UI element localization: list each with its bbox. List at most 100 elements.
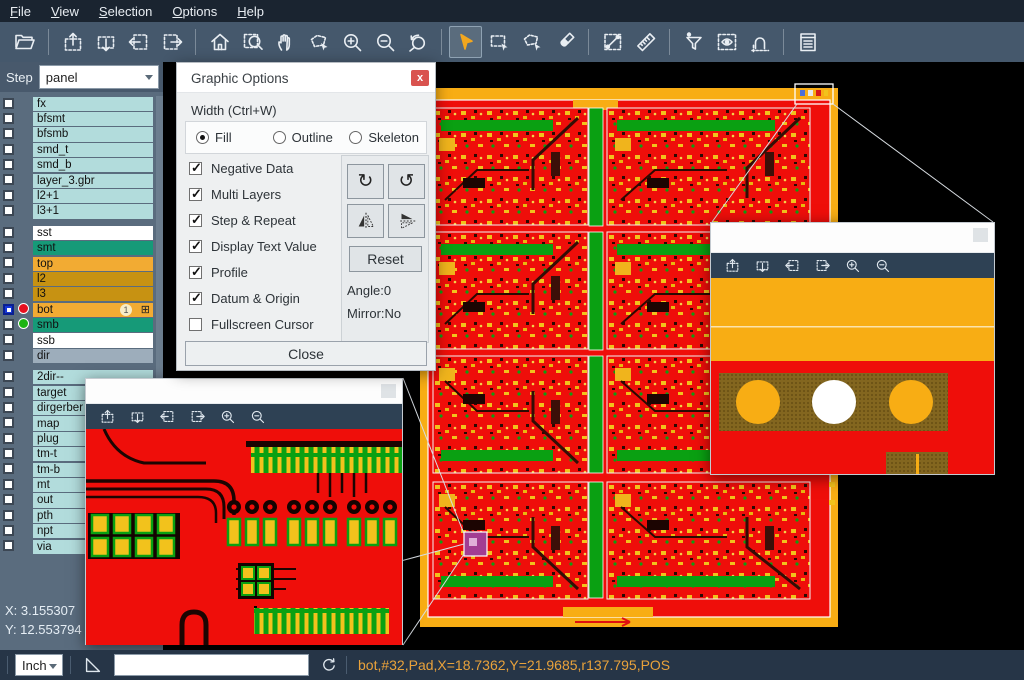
- checkbox-icon[interactable]: [189, 318, 202, 331]
- layer-visibility-checkbox[interactable]: [3, 159, 14, 170]
- layer-row-l3[interactable]: l3: [0, 287, 163, 302]
- option-multi-layers[interactable]: Multi Layers: [189, 187, 317, 201]
- pan-right-button[interactable]: [809, 255, 835, 277]
- pan-down-button[interactable]: [124, 406, 150, 428]
- layer-label-bar[interactable]: l2+1: [33, 189, 153, 203]
- layer-visibility-checkbox[interactable]: [3, 334, 14, 345]
- layer-visibility-checkbox[interactable]: [3, 510, 14, 521]
- option-datum-origin[interactable]: Datum & Origin: [189, 291, 317, 305]
- layer-visibility-checkbox[interactable]: [3, 205, 14, 216]
- pan-right-button[interactable]: [184, 406, 210, 428]
- radio-icon[interactable]: [196, 131, 209, 144]
- layer-label-bar[interactable]: ssb: [33, 333, 153, 347]
- layer-label-bar[interactable]: bfsmt: [33, 112, 153, 126]
- zoom-out-button[interactable]: [244, 406, 270, 428]
- zoom-polygon-button[interactable]: [302, 26, 335, 58]
- unit-select[interactable]: Inch: [15, 654, 63, 676]
- pan-left-button[interactable]: [154, 406, 180, 428]
- layer-visibility-checkbox[interactable]: [3, 190, 14, 201]
- zoom-window-titlebar[interactable]: [86, 379, 402, 404]
- layer-row-l3-1[interactable]: l3+1: [0, 204, 163, 219]
- layer-visibility-checkbox[interactable]: [3, 144, 14, 155]
- dialog-close-button[interactable]: x: [411, 70, 429, 86]
- layer-row-bot[interactable]: bot1⊞: [0, 302, 163, 317]
- zoom-window-titlebar[interactable]: [711, 223, 994, 253]
- checkbox-icon[interactable]: [189, 266, 202, 279]
- layer-visibility-checkbox[interactable]: [3, 350, 14, 361]
- layer-visibility-checkbox[interactable]: [3, 479, 14, 490]
- layer-row-ssb[interactable]: ssb: [0, 333, 163, 348]
- radio-icon[interactable]: [273, 131, 286, 144]
- layer-visibility-checkbox[interactable]: [3, 288, 14, 299]
- measure-line-button[interactable]: [596, 26, 629, 58]
- corner-measure-icon[interactable]: [82, 654, 104, 676]
- layer-row-l2[interactable]: l2: [0, 271, 163, 286]
- layer-label-bar[interactable]: dir: [33, 349, 153, 363]
- zoom-out-button[interactable]: [869, 255, 895, 277]
- radio-icon[interactable]: [349, 131, 362, 144]
- checkbox-icon[interactable]: [189, 292, 202, 305]
- zoom-window-view[interactable]: [711, 278, 994, 474]
- menu-selection[interactable]: Selection: [89, 2, 162, 21]
- layer-visibility-checkbox[interactable]: [3, 113, 14, 124]
- option-step-repeat[interactable]: Step & Repeat: [189, 213, 317, 227]
- home-button[interactable]: [203, 26, 236, 58]
- layer-row-bfsmb[interactable]: bfsmb: [0, 127, 163, 142]
- layer-label-bar[interactable]: l2: [33, 272, 153, 286]
- layer-label-bar[interactable]: l3+1: [33, 204, 153, 218]
- dialog-titlebar[interactable]: Graphic Options x: [177, 63, 435, 93]
- import-up-button[interactable]: [56, 26, 89, 58]
- layer-visibility-checkbox[interactable]: [3, 448, 14, 459]
- zoom-in-button[interactable]: [214, 406, 240, 428]
- layer-row-dir[interactable]: dir: [0, 348, 163, 363]
- pan-down-button[interactable]: [749, 255, 775, 277]
- menu-help[interactable]: Help: [227, 2, 274, 21]
- checkbox-icon[interactable]: [189, 188, 202, 201]
- layer-visibility-checkbox[interactable]: [3, 273, 14, 284]
- import-left-button[interactable]: [122, 26, 155, 58]
- layer-visibility-checkbox[interactable]: [3, 525, 14, 536]
- zoom-in-button[interactable]: [335, 26, 368, 58]
- ruler-button[interactable]: [629, 26, 662, 58]
- rotate-cw-button[interactable]: ↻: [347, 164, 384, 199]
- pan-up-button[interactable]: [94, 406, 120, 428]
- checkbox-icon[interactable]: [189, 162, 202, 175]
- zoom-window-button[interactable]: [236, 26, 269, 58]
- width-option-fill[interactable]: Fill: [196, 130, 273, 145]
- pan-left-button[interactable]: [779, 255, 805, 277]
- layer-label-bar[interactable]: bfsmb: [33, 127, 153, 141]
- layer-visibility-checkbox[interactable]: [3, 304, 14, 315]
- layer-row-bfsmt[interactable]: bfsmt: [0, 111, 163, 126]
- layer-row-sst[interactable]: sst: [0, 225, 163, 240]
- zoom-in-button[interactable]: [839, 255, 865, 277]
- mirror-vertical-button[interactable]: [347, 204, 384, 238]
- layer-visibility-checkbox[interactable]: [3, 540, 14, 551]
- layer-row-top[interactable]: top: [0, 256, 163, 271]
- layer-visibility-checkbox[interactable]: [3, 257, 14, 268]
- layer-visibility-checkbox[interactable]: [3, 319, 14, 330]
- select-rect-button[interactable]: [482, 26, 515, 58]
- mirror-horizontal-button[interactable]: [388, 204, 425, 238]
- import-right-button[interactable]: [155, 26, 188, 58]
- window-menu-button[interactable]: [381, 384, 396, 398]
- layer-label-bar[interactable]: smd_b: [33, 158, 153, 172]
- layer-visibility-checkbox[interactable]: [3, 387, 14, 398]
- layer-visibility-checkbox[interactable]: [3, 242, 14, 253]
- layer-label-bar[interactable]: smb: [33, 318, 153, 332]
- rotate-ccw-button[interactable]: ↺: [388, 164, 425, 199]
- layer-row-smb[interactable]: smb: [0, 317, 163, 332]
- layer-visibility-checkbox[interactable]: [3, 128, 14, 139]
- pan-hand-button[interactable]: [269, 26, 302, 58]
- layer-label-bar[interactable]: top: [33, 257, 153, 271]
- layer-visibility-checkbox[interactable]: [3, 433, 14, 444]
- checkbox-icon[interactable]: [189, 240, 202, 253]
- layer-row-l2-1[interactable]: l2+1: [0, 188, 163, 203]
- menu-view[interactable]: View: [41, 2, 89, 21]
- select-polygon-button[interactable]: [515, 26, 548, 58]
- select-arrow-button[interactable]: [449, 26, 482, 58]
- layer-label-bar[interactable]: smd_t: [33, 143, 153, 157]
- open-folder-button[interactable]: [8, 26, 41, 58]
- layer-label-bar[interactable]: layer_3.gbr: [33, 174, 153, 188]
- option-profile[interactable]: Profile: [189, 265, 317, 279]
- pan-up-button[interactable]: [719, 255, 745, 277]
